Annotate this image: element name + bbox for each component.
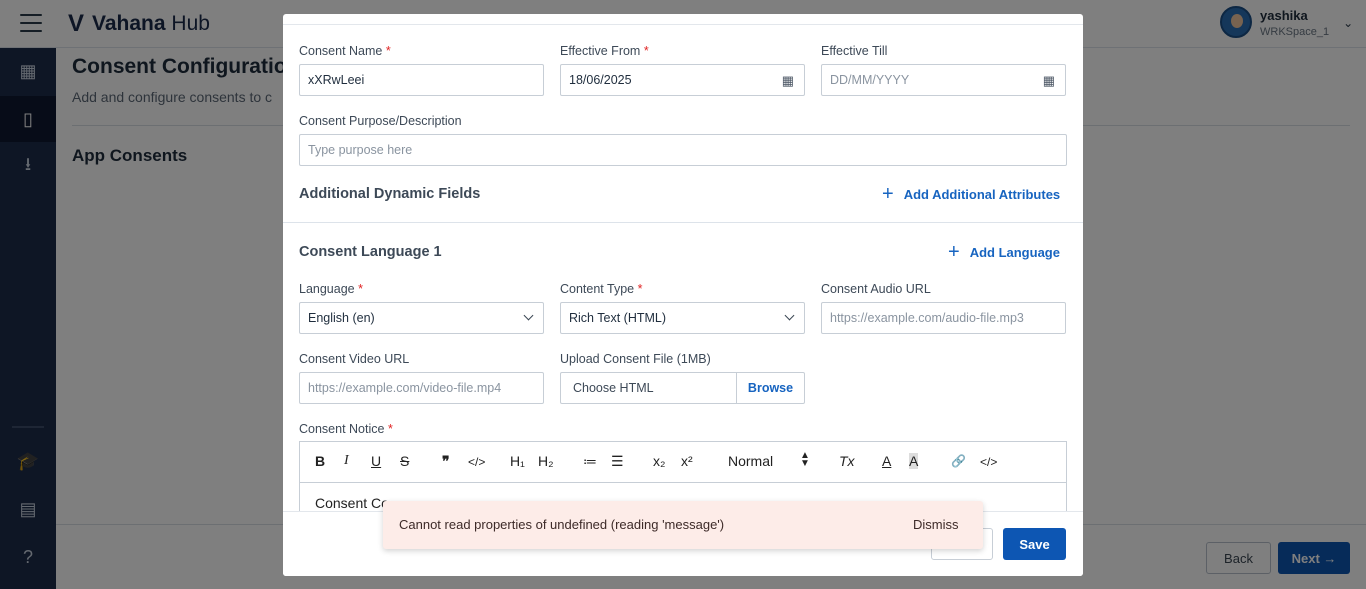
plus-icon: +	[882, 183, 894, 205]
section-divider	[283, 222, 1083, 223]
italic-icon[interactable]: I	[344, 453, 349, 469]
subscript-icon[interactable]: x₂	[653, 453, 665, 469]
effective-from-label: Effective From *	[560, 44, 649, 58]
text-color-icon[interactable]: A	[882, 453, 891, 469]
chevron-down-icon	[784, 310, 795, 321]
effective-till-label: Effective Till	[821, 44, 888, 58]
audio-url-input[interactable]: https://example.com/audio-file.mp3	[821, 302, 1066, 334]
dismiss-button[interactable]: Dismiss	[913, 517, 959, 532]
code-block-icon[interactable]: </>	[468, 455, 485, 469]
error-toast: Cannot read properties of undefined (rea…	[383, 501, 983, 549]
language-label: Language *	[299, 282, 363, 296]
plus-icon: +	[948, 241, 960, 263]
chevron-down-icon	[523, 310, 534, 321]
highlight-icon[interactable]: A	[909, 453, 919, 469]
language-section-title: Consent Language 1	[299, 244, 442, 260]
audio-url-label: Consent Audio URL	[821, 282, 931, 296]
quote-icon[interactable]: ❞	[442, 453, 450, 470]
effective-till-input[interactable]: DD/MM/YYYY ▦	[821, 64, 1066, 96]
add-language-button[interactable]: + Add Language	[948, 242, 1060, 262]
upload-input[interactable]: Choose HTML Browse	[560, 372, 805, 404]
video-url-label: Consent Video URL	[299, 352, 410, 366]
editor-toolbar: B I U S ❞ </> H₁ H₂ ≔ ☰ x₂ x² Normal ▲ ▼ …	[299, 441, 1067, 483]
consent-name-label: Consent Name *	[299, 44, 391, 58]
sort-arrows-icon: ▲ ▼	[800, 450, 810, 469]
bold-icon[interactable]: B	[315, 453, 325, 469]
content-type-select[interactable]: Rich Text (HTML)	[560, 302, 805, 334]
consent-name-input[interactable]: xXRwLeei	[299, 64, 544, 96]
bullet-list-icon[interactable]: ☰	[611, 453, 624, 470]
ordered-list-icon[interactable]: ≔	[583, 453, 597, 470]
purpose-input[interactable]: Type purpose here	[299, 134, 1067, 166]
clear-format-icon[interactable]: Tx	[839, 453, 855, 469]
upload-label: Upload Consent File (1MB)	[560, 352, 711, 366]
link-icon[interactable]: 🔗	[951, 454, 966, 468]
font-size-select[interactable]: Normal ▲ ▼	[728, 451, 810, 470]
browse-button[interactable]: Browse	[736, 373, 804, 403]
heading1-icon[interactable]: H₁	[510, 453, 525, 469]
calendar-icon[interactable]: ▦	[782, 73, 794, 89]
save-button[interactable]: Save	[1003, 528, 1066, 560]
modal-top-divider	[283, 24, 1083, 25]
content-type-label: Content Type *	[560, 282, 643, 296]
effective-from-input[interactable]: 18/06/2025 ▦	[560, 64, 805, 96]
consent-modal: Consent Name * xXRwLeei Effective From *…	[283, 14, 1083, 576]
strikethrough-icon[interactable]: S	[400, 453, 409, 469]
video-url-input[interactable]: https://example.com/video-file.mp4	[299, 372, 544, 404]
underline-icon[interactable]: U	[371, 453, 381, 469]
code-view-icon[interactable]: </>	[980, 455, 997, 469]
notice-label: Consent Notice *	[299, 422, 393, 436]
purpose-label: Consent Purpose/Description	[299, 114, 462, 128]
toast-message: Cannot read properties of undefined (rea…	[399, 517, 725, 532]
add-attributes-button[interactable]: + Add Additional Attributes	[882, 184, 1060, 204]
dynamic-fields-title: Additional Dynamic Fields	[299, 186, 481, 202]
calendar-icon[interactable]: ▦	[1043, 73, 1055, 89]
superscript-icon[interactable]: x²	[681, 453, 693, 469]
language-select[interactable]: English (en)	[299, 302, 544, 334]
heading2-icon[interactable]: H₂	[538, 453, 554, 469]
